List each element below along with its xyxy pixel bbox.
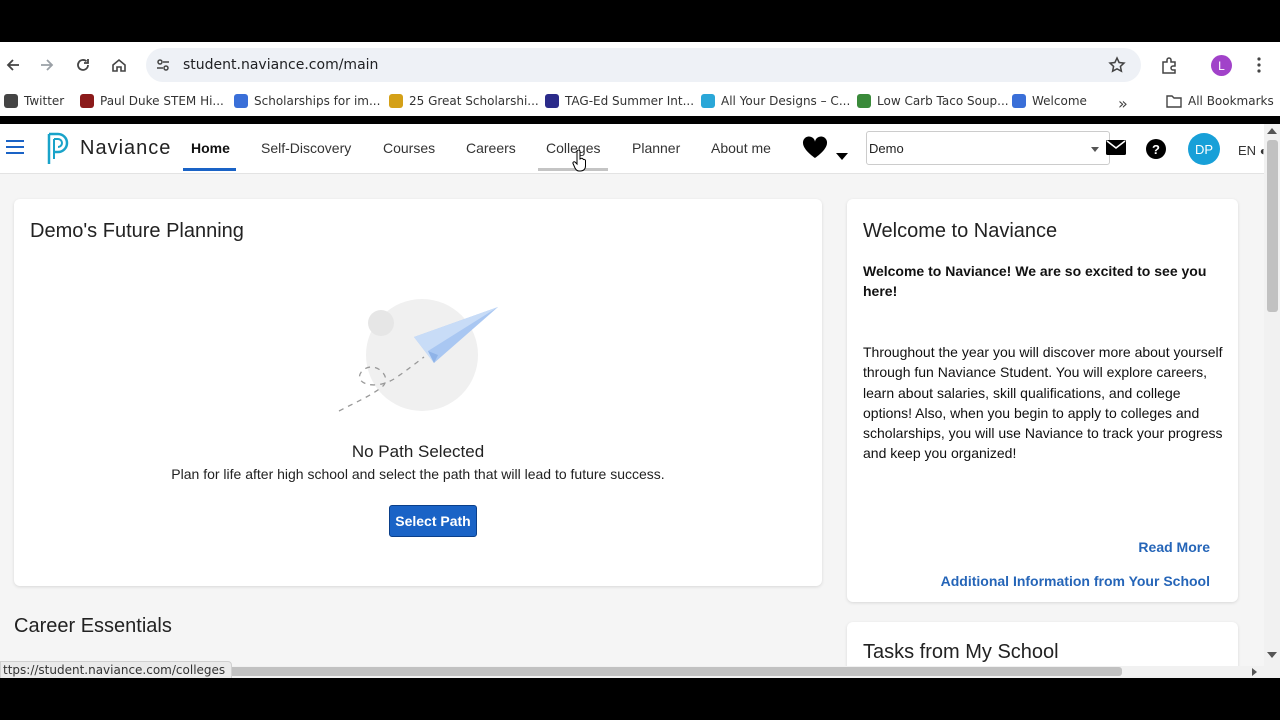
nav-self-discovery[interactable]: Self-Discovery [261,140,351,156]
bookmark-item[interactable]: 25 Great Scholarshi... [389,94,539,108]
screen-top-bar [0,0,1280,42]
active-tab-indicator [183,168,236,171]
profile-avatar[interactable]: L [1211,55,1232,76]
bookmark-item[interactable]: All Your Designs – C... [701,94,850,108]
tasks-card: Tasks from My School [847,622,1238,666]
folder-icon [1166,95,1182,108]
hamburger-menu-icon[interactable] [6,140,24,158]
select-chevron-icon [1091,147,1099,152]
bookmark-label: Paul Duke STEM Hi... [100,94,224,108]
scroll-up-arrow-icon[interactable] [1267,128,1277,134]
bookmark-favicon-icon [1012,94,1026,108]
welcome-headline: Welcome to Naviance! We are so excited t… [863,263,1207,299]
future-planning-card: Demo's Future Planning No Path Selected … [14,199,822,586]
bookmarks-overflow-icon[interactable]: » [1118,94,1128,113]
paper-plane-illustration [338,299,498,412]
naviance-page: Naviance Home Self-Discovery Courses Car… [0,124,1264,666]
nav-courses[interactable]: Courses [383,140,435,156]
brand-name[interactable]: Naviance [80,137,171,160]
nav-about-me[interactable]: About me [711,140,771,156]
all-bookmarks-label: All Bookmarks [1188,94,1274,108]
bookmark-item[interactable]: Twitter [4,94,64,108]
status-bar-url: ttps://student.naviance.com/colleges [0,661,233,679]
hand-cursor-icon [572,150,586,172]
screen-bottom-bar [0,678,1280,720]
scroll-right-arrow-icon[interactable] [1252,668,1257,676]
student-select-value: Demo [869,141,904,156]
nav-careers[interactable]: Careers [466,140,516,156]
back-icon[interactable] [0,52,26,78]
bookmark-label: Scholarships for im... [254,94,381,108]
extensions-icon[interactable] [1156,52,1182,78]
reload-icon[interactable] [70,52,96,78]
bookmark-label: Twitter [24,94,65,108]
read-more-link[interactable]: Read More [1138,539,1210,555]
vertical-scroll-thumb[interactable] [1267,140,1278,312]
bookmark-favicon-icon [545,94,559,108]
bookmark-favicon-icon [857,94,871,108]
empty-state-text: Plan for life after high school and sele… [171,466,665,482]
nav-planner[interactable]: Planner [632,140,680,156]
select-path-button[interactable]: Select Path [389,505,477,537]
bookmark-favicon-icon [389,94,403,108]
additional-info-link[interactable]: Additional Information from Your School [941,573,1210,589]
naviance-logo-icon[interactable] [46,132,74,166]
nav-home[interactable]: Home [191,140,230,156]
bookmark-item[interactable]: Paul Duke STEM Hi... [80,94,224,108]
tasks-title: Tasks from My School [863,641,1059,663]
bookmark-item[interactable]: Welcome [1012,94,1087,108]
welcome-body: Throughout the year you will discover mo… [863,344,1223,462]
forward-icon[interactable] [34,52,60,78]
bookmark-favicon-icon [4,94,18,108]
favorites-heart-icon[interactable] [802,136,828,167]
site-settings-icon[interactable] [150,52,176,78]
bookmark-star-icon[interactable] [1104,52,1130,78]
user-avatar[interactable]: DP [1188,133,1220,165]
bookmark-item[interactable]: Low Carb Taco Soup... [857,94,1009,108]
all-bookmarks-button[interactable]: All Bookmarks [1166,94,1274,108]
help-icon[interactable]: ? [1146,139,1166,159]
bookmark-label: All Your Designs – C... [721,94,851,108]
future-planning-title: Demo's Future Planning [30,220,244,242]
top-navbar: Naviance Home Self-Discovery Courses Car… [0,124,1264,174]
language-label: EN [1238,143,1257,158]
home-icon[interactable] [106,52,132,78]
browser-menu-icon[interactable] [1246,52,1272,78]
welcome-card: Welcome to Naviance Welcome to Naviance!… [847,199,1238,602]
url-text[interactable]: student.naviance.com/main [183,57,378,73]
bookmark-label: Low Carb Taco Soup... [877,94,1009,108]
scroll-down-arrow-icon[interactable] [1267,652,1277,658]
favorites-dropdown-icon[interactable] [836,153,848,160]
horizontal-scroll-thumb[interactable] [206,667,1122,676]
bookmark-label: 25 Great Scholarshi... [409,94,539,108]
bookmark-item[interactable]: TAG-Ed Summer Int... [545,94,694,108]
bookmark-label: TAG-Ed Summer Int... [565,94,695,108]
bookmark-favicon-icon [80,94,94,108]
career-essentials-title: Career Essentials [14,615,172,637]
bookmark-favicon-icon [701,94,715,108]
welcome-title: Welcome to Naviance [863,220,1058,242]
bookmark-item[interactable]: Scholarships for im... [234,94,380,108]
mail-icon[interactable] [1106,140,1126,155]
language-selector[interactable]: EN ◐ [1238,143,1264,158]
bookmark-label: Welcome [1032,94,1087,108]
bookmark-favicon-icon [234,94,248,108]
empty-state-title: No Path Selected [351,442,485,461]
